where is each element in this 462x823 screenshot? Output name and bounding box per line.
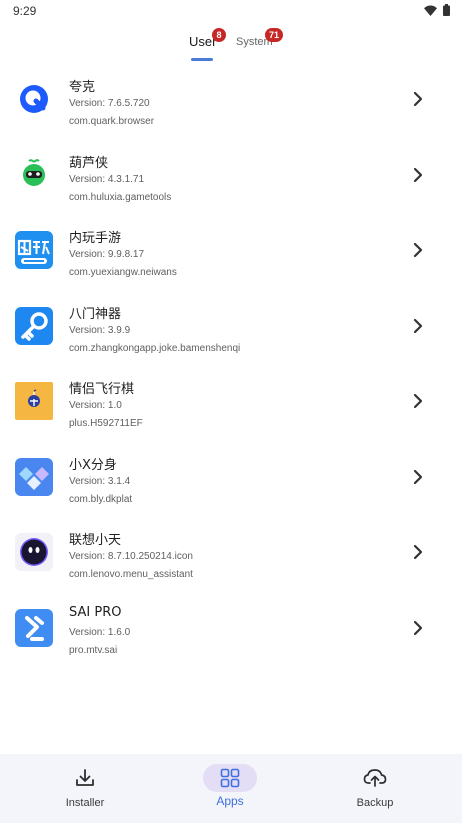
sai-icon — [15, 608, 53, 647]
tab-indicator — [191, 58, 213, 61]
app-package: com.huluxia.gametools — [69, 191, 172, 203]
list-item[interactable]: SAI PRO Version: 1.6.0 pro.mtv.sai — [0, 597, 462, 673]
app-name: SAI PRO — [69, 604, 122, 620]
list-item[interactable]: 情侣飞行棋 Version: 1.0 plus.H592711EF — [0, 370, 462, 446]
app-version: Version: 4.3.1.71 — [69, 173, 145, 185]
list-item[interactable]: 葫芦侠 Version: 4.3.1.71 com.huluxia.gameto… — [0, 144, 462, 220]
nav-backup[interactable]: Backup — [320, 754, 430, 823]
app-name: 小X分身 — [69, 457, 117, 473]
app-name: 葫芦侠 — [69, 155, 109, 171]
app-package: plus.H592711EF — [69, 418, 143, 429]
download-icon — [58, 764, 112, 792]
app-version: Version: 7.6.5.720 — [69, 98, 150, 109]
system-count-badge: 71 — [265, 28, 283, 42]
list-item[interactable]: 联想小天 Version: 8.7.10.250214.icon com.len… — [0, 521, 462, 597]
list-item[interactable]: 小X分身 Version: 3.1.4 com.bly.dkplat — [0, 446, 462, 522]
nav-apps-label: Apps — [216, 794, 244, 808]
list-item[interactable]: 八门神器 Version: 3.9.9 com.zhangkongapp.jok… — [0, 295, 462, 371]
app-version: Version: 3.9.9 — [69, 324, 131, 336]
list-item[interactable]: 夸克 Version: 7.6.5.720 com.quark.browser — [0, 68, 462, 144]
app-version: Version: 1.0 — [69, 400, 122, 411]
nav-installer-label: Installer — [65, 797, 105, 809]
nav-installer[interactable]: Installer — [30, 754, 140, 823]
app-name: 情侣飞行棋 — [69, 382, 135, 397]
nav-apps[interactable]: Apps — [175, 754, 285, 823]
neiwan-icon — [15, 231, 53, 269]
app-name: 内玩手游 — [69, 231, 122, 246]
status-time: 9:29 — [13, 4, 37, 18]
app-package: com.lenovo.menu_assistant — [69, 569, 193, 580]
app-package: com.zhangkongapp.joke.bamenshenqi — [69, 342, 241, 354]
huluxia-icon — [15, 156, 53, 194]
chevron-right-icon[interactable] — [411, 393, 425, 409]
app-version: Version: 8.7.10.250214.icon — [69, 551, 193, 562]
app-name: 联想小天 — [69, 533, 122, 548]
app-package: pro.mtv.sai — [69, 644, 118, 656]
list-item[interactable]: 内玩手游 Version: 9.9.8.17 com.yuexiangw.nei… — [0, 219, 462, 295]
app-package: com.yuexiangw.neiwans — [69, 267, 177, 278]
app-type-tabs: User 8 System 71 — [0, 28, 462, 64]
bottom-navigation: Installer Apps Backup — [0, 754, 462, 823]
xiaox-icon — [15, 457, 53, 496]
user-count-badge: 8 — [212, 28, 226, 42]
apps-grid-icon — [203, 764, 257, 792]
chevron-right-icon[interactable] — [411, 544, 425, 560]
app-version: Version: 1.6.0 — [69, 626, 131, 638]
chevron-right-icon[interactable] — [411, 318, 425, 334]
nav-backup-label: Backup — [356, 797, 394, 809]
lenovo-xiaotian-icon — [15, 533, 53, 571]
chevron-right-icon[interactable] — [411, 242, 425, 258]
flight-chess-icon — [15, 382, 53, 420]
app-version: Version: 9.9.8.17 — [69, 249, 145, 260]
app-version: Version: 3.1.4 — [69, 475, 131, 487]
key-icon — [15, 306, 53, 345]
chevron-right-icon[interactable] — [411, 91, 425, 107]
cloud-upload-icon — [348, 764, 402, 792]
battery-icon — [443, 4, 450, 16]
quark-icon — [15, 80, 53, 118]
status-icons — [424, 4, 450, 16]
chevron-right-icon[interactable] — [411, 469, 425, 485]
chevron-right-icon[interactable] — [411, 620, 425, 636]
app-name: 夸克 — [69, 80, 96, 95]
app-list: 夸克 Version: 7.6.5.720 com.quark.browser … — [0, 68, 462, 672]
chevron-right-icon[interactable] — [411, 167, 425, 183]
app-name: 八门神器 — [69, 306, 122, 322]
wifi-icon — [424, 5, 437, 16]
app-package: com.bly.dkplat — [69, 493, 133, 505]
app-package: com.quark.browser — [69, 116, 155, 127]
status-bar: 9:29 — [0, 0, 462, 22]
